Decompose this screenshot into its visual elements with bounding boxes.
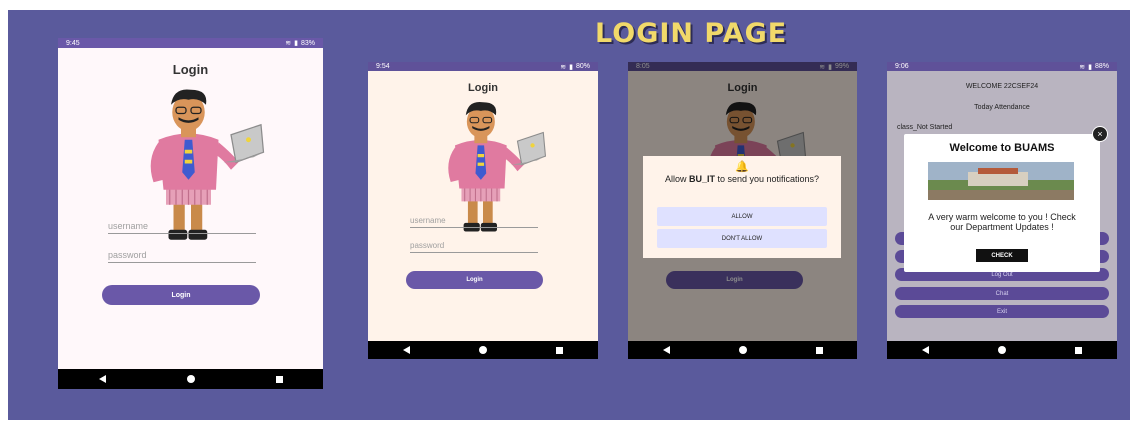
nav-bar [628,341,857,359]
wifi-icon: ≋ [1079,63,1086,71]
nav-recent-icon[interactable] [1075,346,1083,354]
nav-home-icon[interactable] [478,346,487,354]
phone-login-1: 9:45 ≋ ▮ 83% Login username password Log… [58,38,323,389]
attendance-heading: Today Attendance [974,104,1030,111]
notification-dialog: 🔔 Allow BU_IT to send you notifications?… [643,156,841,258]
battery-level: 80% [575,63,590,70]
username-input[interactable]: username [108,221,256,234]
status-bar: 9:45 ≋ ▮ 83% [58,38,323,48]
dialog-message: Allow BU_IT to send you notifications? [651,174,833,184]
check-button[interactable]: CHECK [976,249,1028,262]
bell-icon: 🔔 [735,161,749,173]
dialog-app-name: BU_IT [688,174,715,184]
battery-icon: ▮ [1088,63,1092,71]
page-heading: LOGIN PAGE [595,18,788,49]
phone-dashboard: 9:06 ≋ ▮ 88% WELCOME 22CSEF24 Today Atte… [887,62,1117,359]
battery-level: 83% [300,39,315,47]
status-time: 9:06 [895,63,909,70]
wifi-icon: ≋ [285,40,292,47]
phone-notification-prompt: 8:05 ≋ ▮ 99% Login Login 🔔 Allow BU_IT t… [628,62,857,359]
battery-icon: ▮ [569,63,573,71]
battery-icon: ▮ [294,40,298,47]
nav-back-icon[interactable] [662,346,670,354]
status-bar: 9:54 ≋ ▮ 80% [368,62,598,71]
nav-recent-icon[interactable] [815,346,823,354]
page-title: Login [172,62,209,77]
nav-bar [58,369,323,389]
phone-login-2: 9:54 ≋ ▮ 80% Login username password Log… [368,62,598,359]
status-time: 9:54 [376,63,390,70]
page-title: Login [468,82,498,94]
nav-recent-icon[interactable] [275,375,283,383]
username-input[interactable]: username [410,216,538,228]
dialog-message-suffix: to send you notifications? [714,174,820,184]
close-icon[interactable]: × [1092,126,1108,142]
nav-recent-icon[interactable] [556,346,564,354]
nav-home-icon[interactable] [738,346,747,354]
nav-home-icon[interactable] [997,346,1006,354]
popup-title: Welcome to BUAMS [949,142,1055,154]
nav-back-icon[interactable] [402,346,410,354]
status-time: 9:45 [66,39,80,47]
class-status: class_Not Started [897,124,953,131]
nav-bar [887,341,1117,359]
nav-back-icon[interactable] [98,375,106,383]
battery-level: 88% [1094,63,1109,70]
allow-button[interactable]: ALLOW [657,207,827,226]
welcome-popup: Welcome to BUAMS A very warm welcome to … [904,134,1100,272]
menu-item-exit[interactable]: Exit [895,305,1109,318]
wifi-icon: ≋ [560,63,567,71]
nav-home-icon[interactable] [186,375,195,383]
department-photo [928,162,1074,200]
menu-item-chat[interactable]: Chat [895,287,1109,300]
status-bar: 9:06 ≋ ▮ 88% [887,62,1117,71]
dialog-message-prefix: Allow [664,174,689,184]
login-button[interactable]: Login [102,285,260,305]
password-input[interactable]: password [410,241,538,253]
nav-back-icon[interactable] [921,346,929,354]
login-button[interactable]: Login [406,271,543,289]
popup-message: A very warm welcome to you ! Check our D… [928,212,1076,232]
dont-allow-button[interactable]: DON'T ALLOW [657,229,827,248]
nav-bar [368,341,598,359]
welcome-text: WELCOME 22CSEF24 [965,83,1039,90]
password-input[interactable]: password [108,250,256,263]
